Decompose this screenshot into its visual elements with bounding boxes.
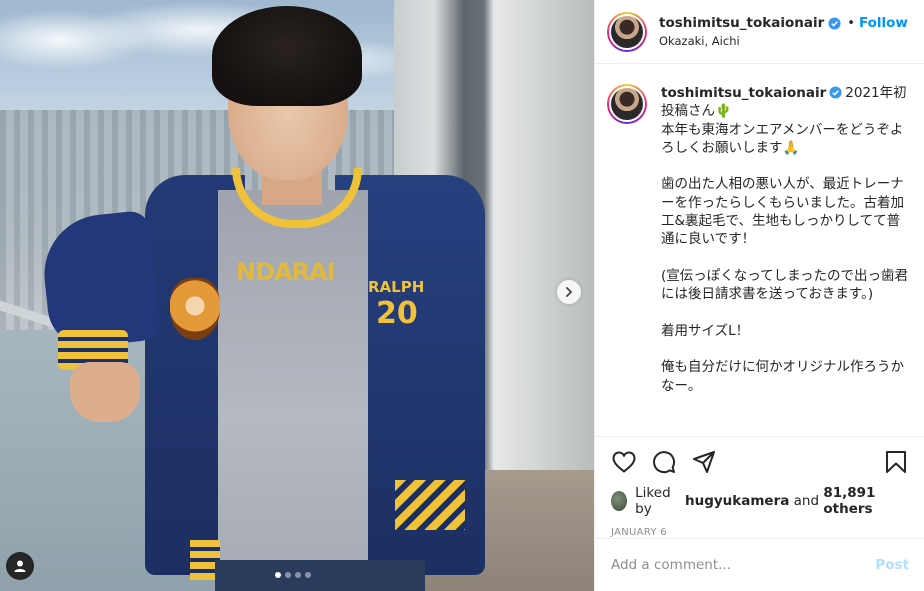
- post-date[interactable]: JANUARY 6: [611, 527, 909, 538]
- caption-text: toshimitsu_tokaionair 2021年初投稿さん🌵 本年も東海オン…: [661, 84, 911, 436]
- liked-by-prefix: Liked by: [635, 485, 671, 517]
- user-tag-icon: [14, 560, 26, 572]
- caption-body-2: 歯の出た人相の悪い人が、最近トレーナーを作ったらしくもらいました。古着加工&裏起…: [661, 176, 909, 394]
- pray-emoji: 🙏: [782, 139, 800, 156]
- sweater-print: NDARAI: [236, 258, 336, 286]
- likes-summary: Liked by hugyukamera and 81,891 others: [611, 485, 909, 517]
- share-icon: [693, 451, 715, 473]
- save-button[interactable]: [883, 449, 909, 475]
- carousel-dot: [305, 572, 311, 578]
- jeans: [215, 560, 425, 591]
- sweater: [218, 190, 368, 570]
- hair: [212, 6, 362, 106]
- chevron-right-icon: [566, 287, 572, 297]
- share-button[interactable]: [691, 449, 717, 475]
- caption-avatar[interactable]: [607, 84, 647, 124]
- avatar[interactable]: [611, 491, 628, 511]
- next-photo-button[interactable]: [557, 280, 581, 304]
- liked-by-user[interactable]: hugyukamera: [685, 493, 789, 509]
- verified-icon: [828, 16, 841, 30]
- user-tags-button[interactable]: [6, 552, 34, 580]
- tiger-patch: [170, 278, 220, 340]
- cactus-emoji: 🌵: [715, 103, 732, 120]
- separator: •: [847, 15, 855, 31]
- comment-button[interactable]: [651, 449, 677, 475]
- comment-icon: [653, 451, 676, 474]
- comment-input[interactable]: [611, 557, 876, 573]
- follow-button[interactable]: Follow: [859, 15, 908, 31]
- post-sidebar: toshimitsu_tokaionair • Follow Okazaki, …: [594, 0, 924, 591]
- verified-icon: [829, 86, 842, 99]
- post-photo[interactable]: NDARAI RALPH 20: [0, 0, 594, 591]
- caption-username[interactable]: toshimitsu_tokaionair: [661, 85, 826, 101]
- save-icon: [886, 451, 906, 473]
- carousel-dot: [295, 572, 301, 578]
- carousel-indicator: [275, 572, 311, 578]
- liked-by-and: and: [793, 493, 820, 509]
- carousel-dot: [285, 572, 291, 578]
- patch-number: 20: [376, 296, 418, 331]
- location-link[interactable]: Okazaki, Aichi: [659, 34, 908, 48]
- likes-count[interactable]: 81,891 others: [823, 485, 909, 517]
- hand-left: [70, 362, 140, 422]
- post-header: toshimitsu_tokaionair • Follow Okazaki, …: [595, 0, 924, 64]
- caption: toshimitsu_tokaionair 2021年初投稿さん🌵 本年も東海オン…: [595, 64, 924, 436]
- cuff-right: [395, 480, 465, 530]
- avatar[interactable]: [607, 11, 647, 52]
- post-comment-button[interactable]: Post: [875, 557, 909, 573]
- header-username[interactable]: toshimitsu_tokaionair: [659, 15, 824, 31]
- comment-box: Post: [595, 538, 924, 591]
- patch-word: RALPH: [368, 278, 425, 296]
- carousel-dot: [275, 572, 281, 578]
- like-button[interactable]: [611, 449, 637, 475]
- heart-icon: [612, 451, 636, 473]
